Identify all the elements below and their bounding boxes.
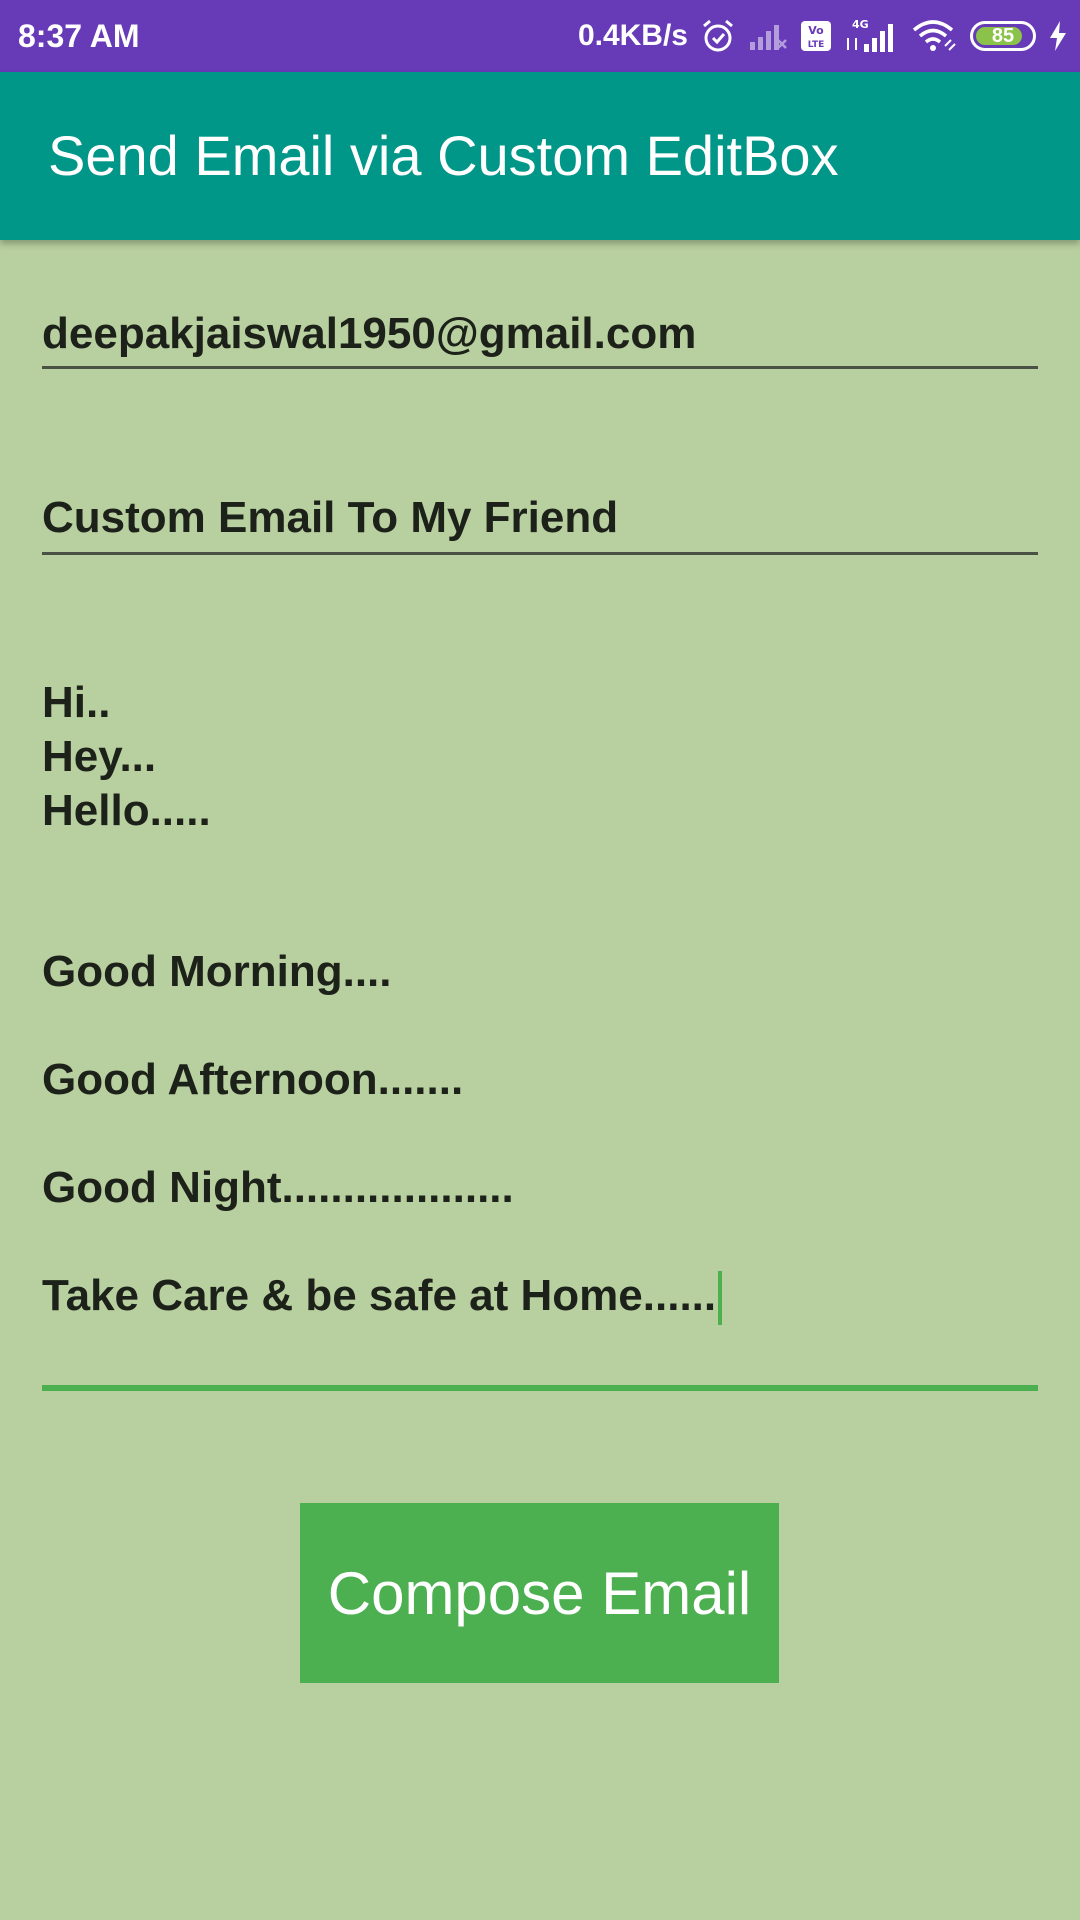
- message-line-good-morning[interactable]: Good Morning....: [42, 945, 392, 999]
- message-line-good-afternoon[interactable]: Good Afternoon.......: [42, 1053, 463, 1107]
- battery-level: 85: [991, 24, 1015, 47]
- svg-text:LTE: LTE: [808, 40, 825, 50]
- message-field[interactable]: Hi.. Hey... Hello.....: [42, 676, 211, 838]
- message-line-take-care-row[interactable]: Take Care & be safe at Home......: [42, 1269, 723, 1326]
- email-to-underline: [42, 366, 1038, 369]
- status-icons: 0.4KB/s Vo LTE 4G 85: [578, 14, 1068, 58]
- message-line-good-night[interactable]: Good Night...................: [42, 1161, 514, 1215]
- message-line-hi: Hi..: [42, 678, 111, 727]
- app-bar: Send Email via Custom EditBox: [0, 72, 1080, 240]
- message-line-take-care: Take Care & be safe at Home......: [42, 1271, 717, 1320]
- compose-email-button[interactable]: Compose Email: [300, 1503, 779, 1683]
- text-cursor: [718, 1271, 723, 1326]
- battery-icon: 85: [970, 21, 1036, 51]
- charging-icon: [1048, 20, 1068, 52]
- message-line-hello: Hello.....: [42, 786, 211, 835]
- status-time: 8:37 AM: [18, 18, 140, 54]
- volte-icon: Vo LTE: [800, 20, 832, 52]
- subject-underline: [42, 552, 1038, 555]
- alarm-icon: [700, 18, 736, 54]
- subject-field[interactable]: Custom Email To My Friend: [42, 490, 618, 546]
- svg-text:Vo: Vo: [808, 24, 824, 37]
- network-speed: 0.4KB/s: [577, 19, 688, 52]
- message-underline: [42, 1385, 1038, 1391]
- app-title: Send Email via Custom EditBox: [48, 124, 839, 187]
- status-bar: 8:37 AM 0.4KB/s Vo LTE 4G 85: [0, 0, 1080, 72]
- email-to-field[interactable]: deepakjaiswal1950@gmail.com: [42, 306, 696, 362]
- wifi-icon: [912, 19, 958, 53]
- mobile-signal-1-icon: [748, 20, 788, 52]
- svg-text:4G: 4G: [852, 18, 869, 31]
- message-line-hey: Hey...: [42, 732, 157, 781]
- 4g-signal-icon: 4G: [844, 18, 900, 54]
